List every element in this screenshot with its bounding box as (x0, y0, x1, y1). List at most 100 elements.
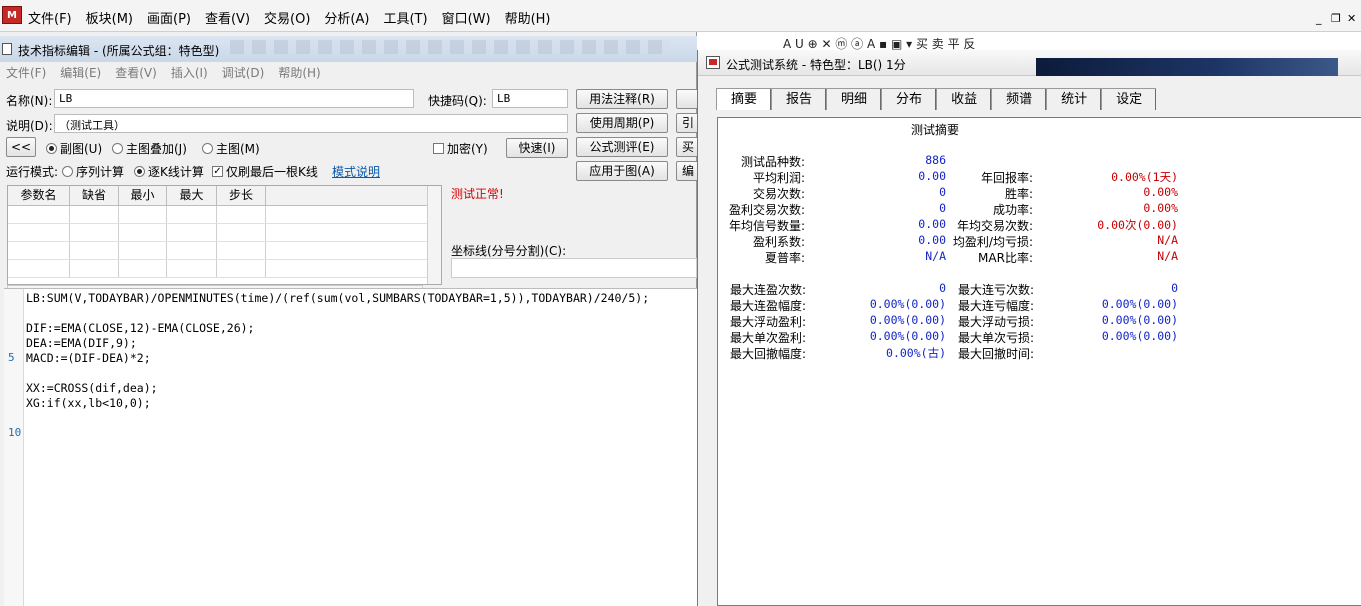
refresh-last-checkbox[interactable]: ✓ 仅刷最后一根K线 (212, 163, 318, 180)
close-icon[interactable]: ✕ (1347, 12, 1356, 25)
tab-settings[interactable]: 设定 (1101, 88, 1157, 110)
apply-to-chart-button[interactable]: 应用于图(A) (576, 161, 668, 181)
stat-label: 最大连盈幅度: (730, 299, 807, 313)
formula-eval-button[interactable]: 公式测评(E) (576, 137, 668, 157)
menu-tools[interactable]: 工具(T) (383, 8, 427, 27)
stat-label: 最大回撤时间: (958, 347, 1035, 361)
stat-label: 平均利润: (752, 171, 805, 185)
checkbox-box (433, 143, 444, 154)
code-line[interactable]: LB:SUM(V,TODAYBAR)/OPENMINUTES(time)/(re… (26, 291, 649, 305)
shortcut-label: 快捷码(Q): (428, 94, 487, 108)
summary-title: 测试摘要 (911, 123, 960, 137)
table-row[interactable] (8, 260, 441, 278)
formula-code-editor[interactable]: 5 10 LB:SUM(V,TODAYBAR)/OPENMINUTES(time… (4, 288, 697, 606)
tester-tabs: 摘要 报告 明细 分布 收益 频谱 统计 设定 (716, 88, 1157, 110)
summary-panel: 测试摘要 测试品种数: 886 平均利润: 0.00 年回报率: 0.00%(1… (717, 117, 1361, 606)
editor-menu-help[interactable]: 帮助(H) (278, 64, 320, 81)
param-col-max: 最大 (167, 186, 217, 205)
stat-value: N/A (1157, 249, 1178, 263)
menu-file[interactable]: 文件(F) (28, 8, 72, 27)
trading-toolbar: A U ⊕ ✕ ⓜ ⓐ A ▪ ▣ ▾ 买 卖 平 反 _ (697, 32, 1361, 51)
editor-menu-insert[interactable]: 插入(I) (171, 64, 208, 81)
formula-test-window: 公式测试系统 - 特色型：LB() 1分 摘要 报告 明细 分布 收益 频谱 统… (697, 50, 1361, 606)
stat-label: 最大连盈次数: (730, 283, 807, 297)
stat-value: 0.00% (1143, 185, 1178, 199)
tab-distribution[interactable]: 分布 (881, 88, 937, 110)
menu-view[interactable]: 查看(V) (205, 8, 250, 27)
name-input[interactable]: LB (54, 89, 414, 108)
chart-window-icon (706, 56, 720, 69)
mode-help-link[interactable]: 模式说明 (332, 163, 380, 180)
editor-menu-view[interactable]: 查看(V) (115, 64, 157, 81)
app-logo-icon: M (2, 6, 22, 24)
desc-label: 说明(D): (6, 119, 53, 133)
stat-label: 年均信号数量: (728, 219, 805, 233)
stat-label: MAR比率: (978, 251, 1033, 265)
code-line[interactable]: DIF:=EMA(CLOSE,12)-EMA(CLOSE,26); (26, 321, 254, 335)
background-quote-strip (1036, 58, 1338, 76)
code-line[interactable]: DEA:=EMA(DIF,9); (26, 336, 137, 350)
stat-label: 交易次数: (752, 187, 805, 201)
usage-notes-button[interactable]: 用法注释(R) (576, 89, 668, 109)
code-line[interactable]: MACD:=(DIF-DEA)*2; (26, 351, 151, 365)
radio-bar-calc[interactable]: 逐K线计算 (134, 163, 204, 180)
stat-value: 0.00 (918, 169, 946, 183)
stat-label: 盈利交易次数: (728, 203, 805, 217)
radio-dot (134, 166, 145, 177)
checkbox-label: 加密(Y) (447, 142, 488, 156)
tab-returns[interactable]: 收益 (936, 88, 992, 110)
editor-menu-file[interactable]: 文件(F) (6, 64, 46, 81)
radio-dot (112, 143, 123, 154)
back-button[interactable]: << (6, 137, 36, 157)
minimize-icon[interactable]: _ (1316, 12, 1322, 25)
radio-main[interactable]: 主图(M) (202, 140, 260, 157)
menu-window[interactable]: 窗口(W) (442, 8, 491, 27)
tab-spectrum[interactable]: 频谱 (991, 88, 1047, 110)
stat-value: 0.00%(0.00) (869, 313, 946, 327)
quick-button[interactable]: 快速(I) (506, 138, 568, 158)
menu-trade[interactable]: 交易(O) (264, 8, 310, 27)
editor-menu-edit[interactable]: 编辑(E) (60, 64, 101, 81)
table-row[interactable] (8, 224, 441, 242)
desc-input[interactable]: （测试工具） (54, 114, 568, 133)
stat-value: N/A (1157, 233, 1178, 247)
stat-label: 最大连亏次数: (958, 283, 1035, 297)
stat-label: 年均交易次数: (956, 219, 1033, 233)
tab-statistics[interactable]: 统计 (1046, 88, 1102, 110)
menu-block[interactable]: 板块(M) (86, 8, 133, 27)
table-row[interactable] (8, 242, 441, 260)
stat-value: 0 (939, 201, 946, 215)
tester-title: 公式测试系统 - 特色型：LB() 1分 (726, 58, 906, 72)
radio-overlay[interactable]: 主图叠加(J) (112, 140, 187, 157)
stat-label: 最大浮动盈利: (730, 315, 807, 329)
code-line[interactable]: XG:if(xx,lb<10,0); (26, 396, 151, 410)
document-icon (2, 43, 12, 55)
menu-help[interactable]: 帮助(H) (505, 8, 551, 27)
encrypt-checkbox[interactable]: 加密(Y) (433, 140, 488, 157)
editor-menu-debug[interactable]: 调试(D) (222, 64, 265, 81)
stat-value: 0.00 (918, 233, 946, 247)
radio-series-calc[interactable]: 序列计算 (62, 163, 124, 180)
coord-input[interactable] (451, 258, 697, 278)
period-button[interactable]: 使用周期(P) (576, 113, 668, 133)
stat-label: 最大回撤幅度: (730, 347, 807, 361)
tab-summary[interactable]: 摘要 (716, 88, 772, 110)
radio-label: 副图(U) (60, 142, 103, 156)
menu-analysis[interactable]: 分析(A) (324, 8, 369, 27)
param-col-step: 步长 (217, 186, 266, 205)
line-number: 5 (8, 351, 15, 364)
line-number: 10 (8, 426, 22, 439)
tab-report[interactable]: 报告 (771, 88, 827, 110)
restore-icon[interactable]: ❐ (1331, 12, 1341, 25)
menu-screen[interactable]: 画面(P) (147, 8, 191, 27)
blurred-toolbar (230, 40, 670, 54)
shortcut-input[interactable]: LB (492, 89, 568, 108)
test-status: 测试正常! (451, 187, 504, 201)
code-line[interactable]: XX:=CROSS(dif,dea); (26, 381, 158, 395)
tab-detail[interactable]: 明细 (826, 88, 882, 110)
table-row[interactable] (8, 206, 441, 224)
param-vertical-scrollbar[interactable] (427, 186, 441, 284)
radio-subchart[interactable]: 副图(U) (46, 140, 102, 157)
stat-value: 0.00%(0.00) (1101, 329, 1178, 343)
stat-value: N/A (925, 249, 946, 263)
